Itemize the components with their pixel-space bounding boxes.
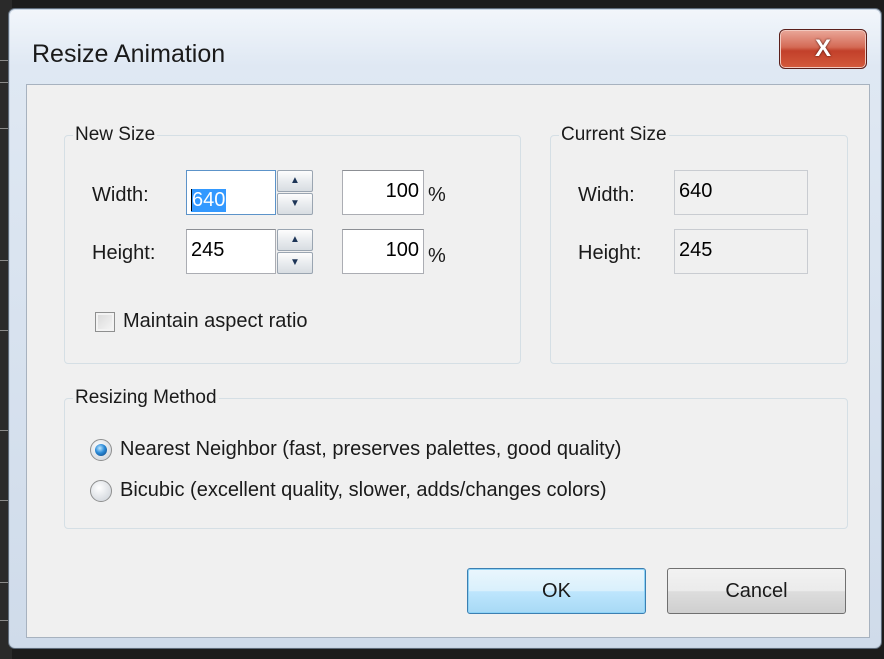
current-width-value: 640 xyxy=(679,180,713,202)
new-width-label: Width: xyxy=(92,184,149,206)
maintain-aspect-label[interactable]: Maintain aspect ratio xyxy=(123,310,308,333)
width-spinner[interactable]: ▲ ▼ xyxy=(277,170,313,216)
width-percent-sign: % xyxy=(428,184,446,206)
current-height-field: 245 xyxy=(674,229,808,274)
nearest-neighbor-label[interactable]: Nearest Neighbor (fast, preserves palett… xyxy=(120,438,621,461)
dialog-client-area: New Size Width: 640 ▲ ▼ 100 % Height: 24… xyxy=(26,84,870,638)
close-icon: X xyxy=(814,35,831,62)
resizing-method-legend: Resizing Method xyxy=(75,387,217,408)
width-spin-down-button[interactable]: ▼ xyxy=(277,193,313,215)
height-spin-up-button[interactable]: ▲ xyxy=(277,229,313,251)
height-spinner[interactable]: ▲ ▼ xyxy=(277,229,313,275)
cancel-button[interactable]: Cancel xyxy=(667,568,846,614)
new-height-input[interactable]: 245 xyxy=(186,229,276,274)
bicubic-label[interactable]: Bicubic (excellent quality, slower, adds… xyxy=(120,479,607,502)
chevron-up-icon: ▲ xyxy=(290,175,300,186)
current-size-legend: Current Size xyxy=(561,124,667,145)
ok-button[interactable]: OK xyxy=(467,568,646,614)
width-percent-value: 100 xyxy=(385,180,419,202)
height-percent-value: 100 xyxy=(385,239,419,261)
dialog-title: Resize Animation xyxy=(32,40,226,68)
current-height-label: Height: xyxy=(578,242,642,264)
current-width-label: Width: xyxy=(578,184,635,206)
title-bar[interactable]: Resize Animation X xyxy=(9,9,881,84)
width-percent-input[interactable]: 100 xyxy=(342,170,424,215)
new-width-input[interactable]: 640 xyxy=(186,170,276,215)
chevron-down-icon: ▼ xyxy=(290,198,300,209)
width-spin-up-button[interactable]: ▲ xyxy=(277,170,313,192)
chevron-down-icon: ▼ xyxy=(290,257,300,268)
new-height-value: 245 xyxy=(191,239,225,261)
height-percent-input[interactable]: 100 xyxy=(342,229,424,274)
bicubic-radio[interactable] xyxy=(90,480,112,502)
new-width-value: 640 xyxy=(191,189,227,212)
chevron-up-icon: ▲ xyxy=(290,234,300,245)
height-spin-down-button[interactable]: ▼ xyxy=(277,252,313,274)
text-caret xyxy=(191,189,192,211)
current-width-field: 640 xyxy=(674,170,808,215)
maintain-aspect-checkbox[interactable] xyxy=(95,312,115,332)
resize-animation-dialog: Resize Animation X New Size Width: 640 ▲… xyxy=(8,8,882,649)
new-size-legend: New Size xyxy=(75,124,156,145)
close-button[interactable]: X xyxy=(779,29,867,69)
height-percent-sign: % xyxy=(428,245,446,267)
nearest-neighbor-radio[interactable] xyxy=(90,439,112,461)
new-height-label: Height: xyxy=(92,242,156,264)
current-height-value: 245 xyxy=(679,239,713,261)
